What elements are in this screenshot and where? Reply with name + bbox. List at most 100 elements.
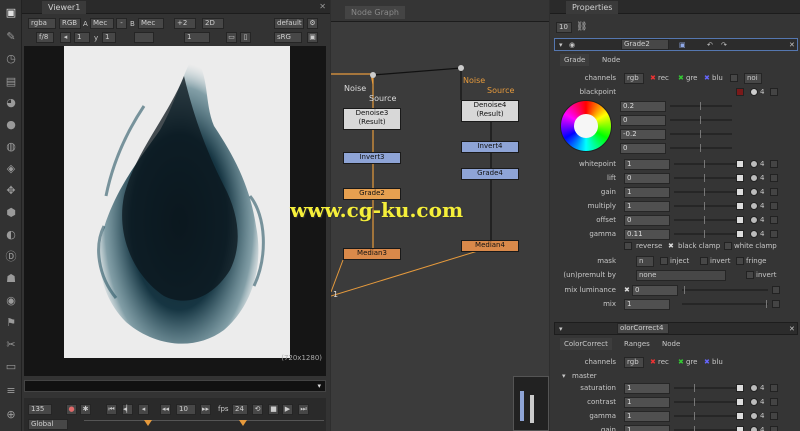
tab-ranges[interactable]: Ranges	[620, 338, 654, 350]
bp-green-field[interactable]: 0	[620, 115, 666, 126]
3d-tool-icon[interactable]: ⬢	[4, 206, 18, 220]
views-tool-icon[interactable]: ◐	[4, 228, 18, 242]
lock-panels-icon[interactable]: ⛓	[576, 22, 587, 32]
current-frame-field[interactable]: 135	[28, 404, 52, 415]
step-field[interactable]: 10	[176, 404, 196, 415]
black-clamp-check-icon[interactable]: ✖	[668, 240, 674, 252]
close-panel-icon[interactable]: ✕	[789, 39, 795, 51]
y-field[interactable]: 1	[102, 32, 116, 43]
prev-key-icon[interactable]: ◂▏	[122, 404, 133, 415]
mixlum-slider[interactable]	[682, 286, 768, 294]
color-wheel-icon[interactable]	[750, 88, 758, 96]
tab-node[interactable]: Node	[598, 54, 624, 66]
snowflake-icon[interactable]: ✱	[80, 404, 91, 415]
close-icon[interactable]: ✕	[319, 2, 326, 11]
mixlum-field[interactable]: 0	[632, 285, 678, 296]
settings-tool-icon[interactable]: ⊕	[4, 408, 18, 422]
proxy-dropdown[interactable]	[134, 32, 154, 43]
grade-offset-field[interactable]: 0	[624, 215, 670, 226]
mix-slider[interactable]	[682, 300, 768, 308]
node-median3[interactable]: Median3	[343, 248, 401, 260]
transform-tool-icon[interactable]: ✥	[4, 184, 18, 198]
bp-green-slider[interactable]	[670, 116, 732, 124]
cc-gain-field[interactable]: 1	[624, 425, 670, 431]
grade-gamma-swatch[interactable]	[736, 230, 744, 238]
green-checkbox-icon[interactable]: ✖	[678, 72, 684, 84]
gain-slider-icon[interactable]: ◂	[60, 32, 71, 43]
undo-icon[interactable]: ↶	[707, 39, 713, 51]
filter-tool-icon[interactable]: ●	[4, 118, 18, 132]
first-frame-icon[interactable]: ⏮	[106, 404, 117, 415]
other-tool-icon[interactable]: ✂	[4, 338, 18, 352]
grade-multiply-field[interactable]: 1	[624, 201, 670, 212]
settings-icon[interactable]: ⚙	[307, 18, 318, 29]
cc-gain-curve-icon[interactable]	[770, 426, 778, 431]
grade-offset-curve-icon[interactable]	[770, 216, 778, 224]
fstop-dropdown[interactable]: f/8	[36, 32, 54, 43]
grade-multiply-curve-icon[interactable]	[770, 202, 778, 210]
scope-dropdown[interactable]: Global	[28, 419, 68, 430]
cc-gain-wheel-icon[interactable]	[750, 426, 758, 431]
mix-curve-icon[interactable]	[772, 300, 780, 308]
cc-contrast-wheel-icon[interactable]	[750, 398, 758, 406]
tab-cc-node[interactable]: Node	[658, 338, 684, 350]
color-swatch-icon[interactable]: ▣	[679, 39, 686, 51]
inject-checkbox[interactable]	[660, 257, 668, 265]
node-invert3[interactable]: Invert3	[343, 152, 401, 164]
bp-blue-field[interactable]: -0.2	[620, 129, 666, 140]
furnace-tool-icon[interactable]: ▭	[4, 360, 18, 374]
zoom-dropdown[interactable]: 1	[184, 32, 210, 43]
alpha-checkbox[interactable]	[730, 74, 738, 82]
frame-field[interactable]: 1	[74, 32, 90, 43]
cc-gamma-swatch[interactable]	[736, 412, 744, 420]
roi-icon[interactable]: ▭	[226, 32, 237, 43]
bp-red-field[interactable]: 0.2	[620, 101, 666, 112]
particles-tool-icon[interactable]: ☗	[4, 272, 18, 286]
cc-gamma-slider[interactable]	[674, 412, 736, 420]
cc-red-check-icon[interactable]: ✖	[650, 356, 656, 368]
grade-gain-curve-icon[interactable]	[770, 188, 778, 196]
viewer-tab[interactable]: Viewer1	[42, 1, 87, 14]
grade-gain-swatch[interactable]	[736, 188, 744, 196]
cc-gamma-curve-icon[interactable]	[770, 412, 778, 420]
fps-field[interactable]: 24	[232, 404, 248, 415]
unpremult-dropdown[interactable]: none	[636, 270, 726, 281]
record-icon[interactable]: ●	[66, 404, 77, 415]
grade-gamma-slider[interactable]	[674, 230, 736, 238]
cc-close-icon[interactable]: ✕	[789, 323, 795, 335]
max-panels-field[interactable]: 10	[556, 22, 572, 33]
keyer-tool-icon[interactable]: ◍	[4, 140, 18, 154]
clip-icon[interactable]: ▯	[240, 32, 251, 43]
tab-grade[interactable]: Grade	[560, 54, 590, 66]
channels-dropdown[interactable]: rgb	[624, 73, 644, 84]
time-tool-icon[interactable]: ◷	[4, 52, 18, 66]
grade-gamma-field[interactable]: 0.11	[624, 229, 670, 240]
draw-tool-icon[interactable]: ✎	[4, 30, 18, 44]
playhead-marker[interactable]	[144, 420, 152, 426]
srgb-dropdown[interactable]: sRG	[274, 32, 302, 43]
grade-lift-swatch[interactable]	[736, 174, 744, 182]
grade-node-name[interactable]: Grade2	[621, 39, 669, 50]
cc-gain-swatch[interactable]	[736, 426, 744, 431]
lut-dropdown[interactable]: default	[274, 18, 304, 29]
prev-frame-icon[interactable]: ◂	[138, 404, 149, 415]
loop-icon[interactable]: ⟲	[252, 404, 263, 415]
cc-gamma-field[interactable]: 1	[624, 411, 670, 422]
out-marker[interactable]	[239, 420, 247, 426]
chevron-down-icon[interactable]: ▾	[317, 382, 321, 390]
toolsets-tool-icon[interactable]: ⚑	[4, 316, 18, 330]
lock-icon[interactable]: ▣	[307, 32, 318, 43]
node-grade2[interactable]: Grade2	[343, 188, 401, 200]
invert-checkbox[interactable]	[700, 257, 708, 265]
bp-alpha-field[interactable]: 0	[620, 143, 666, 154]
colorspace-dropdown[interactable]: RGB	[59, 18, 81, 29]
cc-saturation-swatch[interactable]	[736, 384, 744, 392]
white-clamp-checkbox[interactable]	[724, 242, 732, 250]
node-denoise4[interactable]: Denoise4 (Result)	[461, 100, 519, 122]
mixlum-check-icon[interactable]: ✖	[624, 284, 630, 296]
grade-lift-field[interactable]: 0	[624, 173, 670, 184]
node-denoise3[interactable]: Denoise3 (Result)	[343, 108, 401, 130]
cc-gamma-wheel-icon[interactable]	[750, 412, 758, 420]
skip-back-icon[interactable]: ◂◂	[160, 404, 171, 415]
cc-channels-dropdown[interactable]: rgb	[624, 357, 644, 368]
